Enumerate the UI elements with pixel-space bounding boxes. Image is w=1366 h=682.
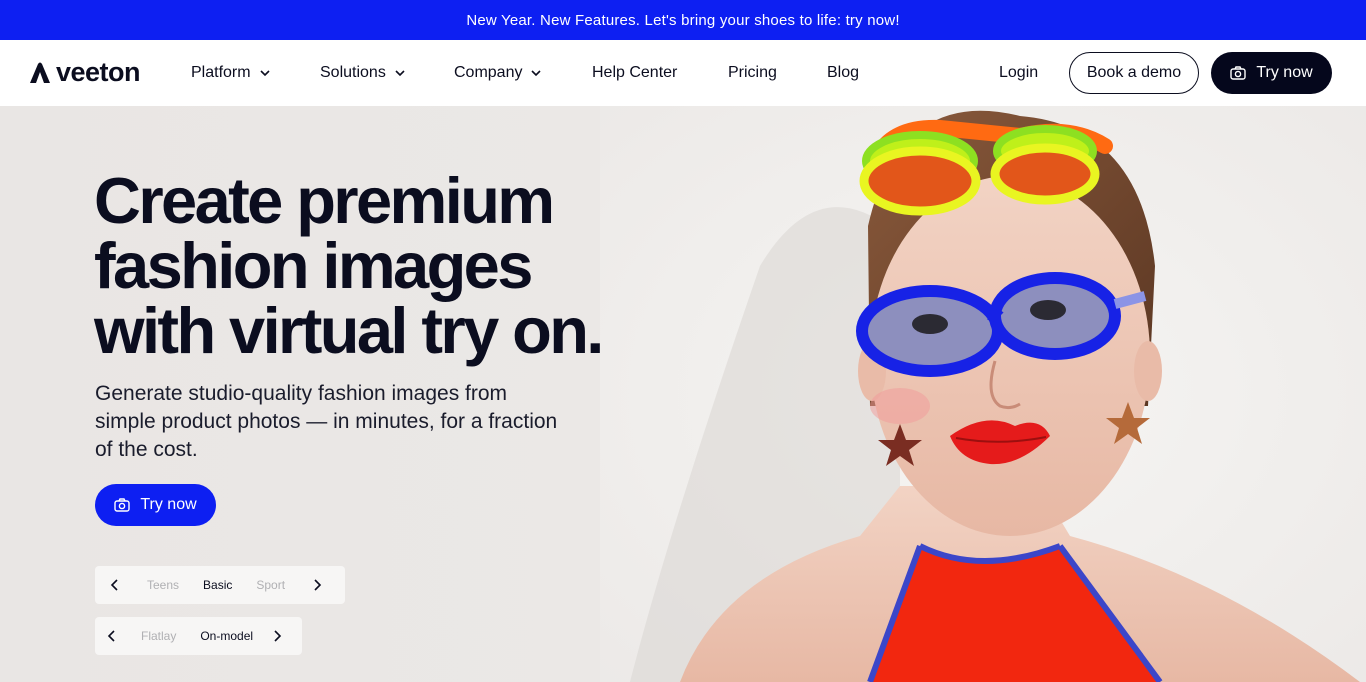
nav-item-label: Platform (191, 64, 251, 81)
headline-line: with virtual try on. (94, 294, 604, 367)
try-now-nav-button[interactable]: Try now (1211, 52, 1332, 94)
nav-item-label: Help Center (592, 64, 678, 81)
book-demo-button[interactable]: Book a demo (1069, 52, 1199, 94)
hero-section: Create premium fashion images with virtu… (0, 106, 1366, 682)
mode-prev-button[interactable] (95, 617, 129, 655)
style-picker: Teens Basic Sport (95, 566, 345, 604)
brand-logo[interactable]: veeton (28, 57, 141, 87)
mode-option-flatlay[interactable]: Flatlay (129, 629, 188, 643)
chevron-left-icon (110, 579, 118, 591)
nav-item-solutions[interactable]: Solutions (320, 40, 406, 106)
chevron-down-icon (531, 70, 542, 77)
headline-line: Create premium (94, 164, 555, 237)
chevron-down-icon (395, 70, 405, 77)
hero-model-image (600, 106, 1366, 682)
chevron-right-icon (314, 579, 322, 591)
camera-icon (114, 498, 131, 512)
announcement-bar[interactable]: New Year. New Features. Let's bring your… (0, 0, 1366, 40)
camera-icon (1230, 66, 1247, 80)
hero-try-now-label: Try now (140, 496, 197, 513)
nav-item-blog[interactable]: Blog (827, 40, 859, 106)
brand-name: veeton (56, 57, 141, 87)
subtitle-line: of the cost. (95, 438, 198, 461)
nav-item-help-center[interactable]: Help Center (592, 40, 677, 106)
chevron-left-icon (107, 630, 115, 642)
style-prev-button[interactable] (95, 566, 135, 604)
logo-mark-icon (30, 62, 50, 83)
hero-subtitle: Generate studio-quality fashion images f… (95, 380, 585, 464)
subtitle-line: simple product photos — in minutes, for … (95, 410, 558, 433)
chevron-down-icon (260, 70, 270, 77)
headline-line: fashion images (94, 229, 533, 302)
nav-item-platform[interactable]: Platform (191, 40, 271, 106)
nav-item-label: Blog (827, 64, 860, 81)
mode-next-button[interactable] (265, 617, 289, 655)
chevron-right-icon (274, 630, 282, 642)
mode-picker: Flatlay On-model (95, 617, 302, 655)
nav-item-label: Pricing (728, 64, 777, 81)
mode-option-on-model[interactable]: On-model (188, 629, 265, 643)
book-demo-label: Book a demo (1086, 64, 1182, 81)
login-label: Login (999, 64, 1039, 81)
nav-item-label: Company (454, 64, 523, 81)
top-navigation: veeton Platform Solutions Company Help C… (0, 40, 1366, 106)
hero-try-now-button[interactable]: Try now (95, 484, 216, 526)
hero-headline: Create premium fashion images with virtu… (94, 168, 654, 363)
style-option-basic[interactable]: Basic (191, 578, 244, 592)
nav-item-company[interactable]: Company (454, 40, 542, 106)
style-option-teens[interactable]: Teens (135, 578, 191, 592)
style-next-button[interactable] (297, 566, 337, 604)
announcement-text[interactable]: New Year. New Features. Let's bring your… (466, 12, 899, 29)
try-now-label: Try now (1256, 64, 1313, 81)
style-option-sport[interactable]: Sport (244, 578, 297, 592)
nav-item-pricing[interactable]: Pricing (728, 40, 777, 106)
nav-item-label: Solutions (320, 64, 386, 81)
login-link[interactable]: Login (999, 40, 1038, 106)
subtitle-line: Generate studio-quality fashion images f… (95, 382, 508, 405)
